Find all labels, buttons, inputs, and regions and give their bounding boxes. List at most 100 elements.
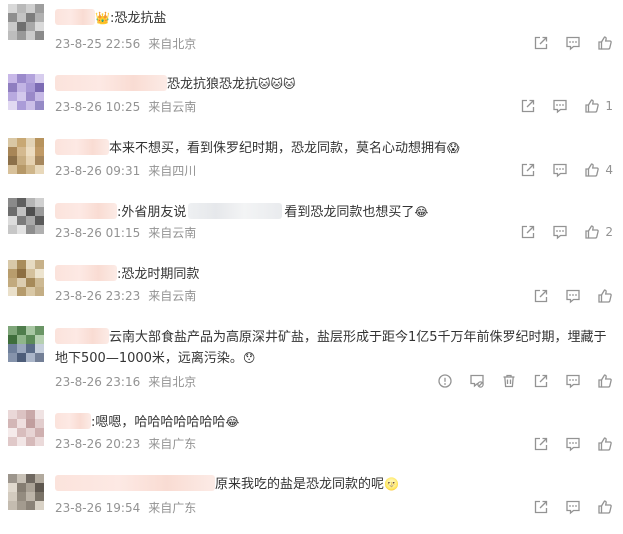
comment-meta: 23-8-26 10:25 来自云南 — [55, 99, 196, 115]
comment-actions: 1 — [504, 98, 613, 114]
share-icon — [534, 500, 548, 514]
cat-emoji: 🐱🐱🐱 — [258, 77, 296, 91]
thumbs-up-icon — [598, 36, 612, 50]
share-button[interactable] — [520, 98, 536, 114]
comment-icon — [566, 374, 580, 389]
comment-time: 23-8-26 23:23 — [55, 289, 141, 303]
thumbs-up-icon — [585, 99, 600, 113]
comment-button[interactable] — [552, 98, 568, 114]
like-button[interactable]: 1 — [584, 98, 613, 114]
comment-text: 云南大部食盐产品为高原深井矿盐，盐层形成于距今1亿5千万年前侏罗纪时期，埋藏于地… — [55, 328, 607, 366]
comment-text: 恐龙抗狼恐龙抗🐱🐱🐱 — [55, 74, 615, 95]
username-blur[interactable] — [55, 139, 109, 155]
like-count: 4 — [605, 163, 613, 177]
avatar[interactable] — [8, 260, 44, 296]
thumbs-up-icon — [598, 374, 612, 388]
comment-icon — [566, 500, 580, 515]
comment-actions — [517, 35, 613, 51]
username-blur[interactable] — [55, 413, 91, 429]
comment-time: 23-8-26 10:25 — [55, 100, 141, 114]
redacted-blur — [188, 203, 283, 219]
comment-button[interactable] — [565, 373, 581, 389]
share-icon — [522, 99, 535, 113]
comment-time: 23-8-26 23:16 — [55, 375, 141, 389]
comment-location: 来自云南 — [148, 100, 197, 114]
comment-meta: 23-8-26 19:54 来自广东 — [55, 500, 196, 516]
comment-button[interactable] — [565, 436, 581, 452]
comment-location: 来自四川 — [148, 164, 197, 178]
avatar[interactable] — [8, 138, 44, 174]
share-button[interactable] — [533, 436, 549, 452]
share-icon — [534, 36, 548, 50]
username-blur[interactable] — [55, 265, 117, 281]
like-button[interactable]: 2 — [584, 224, 613, 240]
crown-icon: 👑 — [95, 11, 110, 25]
avatar[interactable] — [8, 410, 44, 446]
share-icon — [534, 289, 548, 303]
like-button[interactable] — [597, 436, 613, 452]
block-icon — [470, 374, 484, 388]
comment-time: 23-8-26 01:15 — [55, 226, 141, 240]
comment-meta: 23-8-26 23:16 来自北京 — [55, 374, 196, 390]
avatar[interactable] — [8, 74, 44, 110]
share-icon — [534, 374, 548, 388]
comment-meta: 23-8-26 20:23 来自广东 — [55, 436, 196, 452]
username-blur[interactable] — [55, 75, 167, 91]
like-button[interactable]: 4 — [584, 162, 613, 178]
comment-button[interactable] — [552, 162, 568, 178]
like-count: 1 — [605, 99, 613, 113]
like-count: 2 — [605, 225, 613, 239]
delete-icon — [503, 374, 515, 388]
avatar[interactable] — [8, 326, 44, 362]
comment-icon — [566, 289, 580, 304]
like-button[interactable] — [597, 288, 613, 304]
share-icon — [522, 163, 535, 177]
comment-location: 来自北京 — [148, 375, 197, 389]
comment-text: 👑:恐龙抗盐 — [55, 8, 615, 29]
comment-actions — [421, 373, 613, 389]
avatar[interactable] — [8, 4, 44, 40]
like-button[interactable] — [597, 373, 613, 389]
comment-text: 原来我吃的盐是恐龙同款的呢🌝 — [55, 474, 615, 495]
thumbs-up-icon — [598, 500, 612, 514]
laugh-emoji: 😂 — [225, 415, 240, 429]
thumbs-up-icon — [585, 225, 600, 239]
avatar[interactable] — [8, 474, 44, 510]
comment-button[interactable] — [565, 499, 581, 515]
comment-time: 23-8-26 19:54 — [55, 501, 141, 515]
comment-meta: 23-8-26 01:15 来自云南 — [55, 225, 196, 241]
comment-button[interactable] — [565, 288, 581, 304]
comment-location: 来自广东 — [148, 437, 197, 451]
comment-icon — [553, 163, 568, 178]
comment-meta: 23-8-26 09:31 来自四川 — [55, 163, 196, 179]
comment-actions — [517, 436, 613, 452]
like-button[interactable] — [597, 499, 613, 515]
comment-actions — [517, 499, 613, 515]
thumbs-up-icon — [598, 289, 612, 303]
scream-emoji: 😱 — [447, 141, 460, 155]
share-button[interactable] — [533, 499, 549, 515]
share-button[interactable] — [520, 224, 536, 240]
report-button[interactable] — [437, 373, 453, 389]
block-button[interactable] — [469, 373, 485, 389]
comment-text: :恐龙时期同款 — [55, 264, 615, 285]
username-blur[interactable] — [55, 203, 117, 219]
username-blur[interactable] — [55, 475, 215, 491]
share-button[interactable] — [533, 373, 549, 389]
laugh-emoji: 😂 — [414, 205, 429, 219]
comment-button[interactable] — [552, 224, 568, 240]
like-button[interactable] — [597, 35, 613, 51]
comment-icon — [566, 437, 580, 452]
surprised-emoji: 😯 — [242, 351, 256, 365]
share-button[interactable] — [533, 288, 549, 304]
comment-actions: 2 — [504, 224, 613, 240]
delete-button[interactable] — [501, 373, 517, 389]
thumbs-up-icon — [585, 163, 600, 177]
share-button[interactable] — [533, 35, 549, 51]
share-button[interactable] — [520, 162, 536, 178]
comment-text: 本来不想买，看到侏罗纪时期，恐龙同款，莫名心动想拥有😱 — [55, 138, 615, 159]
comment-button[interactable] — [565, 35, 581, 51]
username-blur[interactable] — [55, 328, 109, 344]
avatar[interactable] — [8, 198, 44, 234]
username-blur[interactable] — [55, 9, 95, 25]
